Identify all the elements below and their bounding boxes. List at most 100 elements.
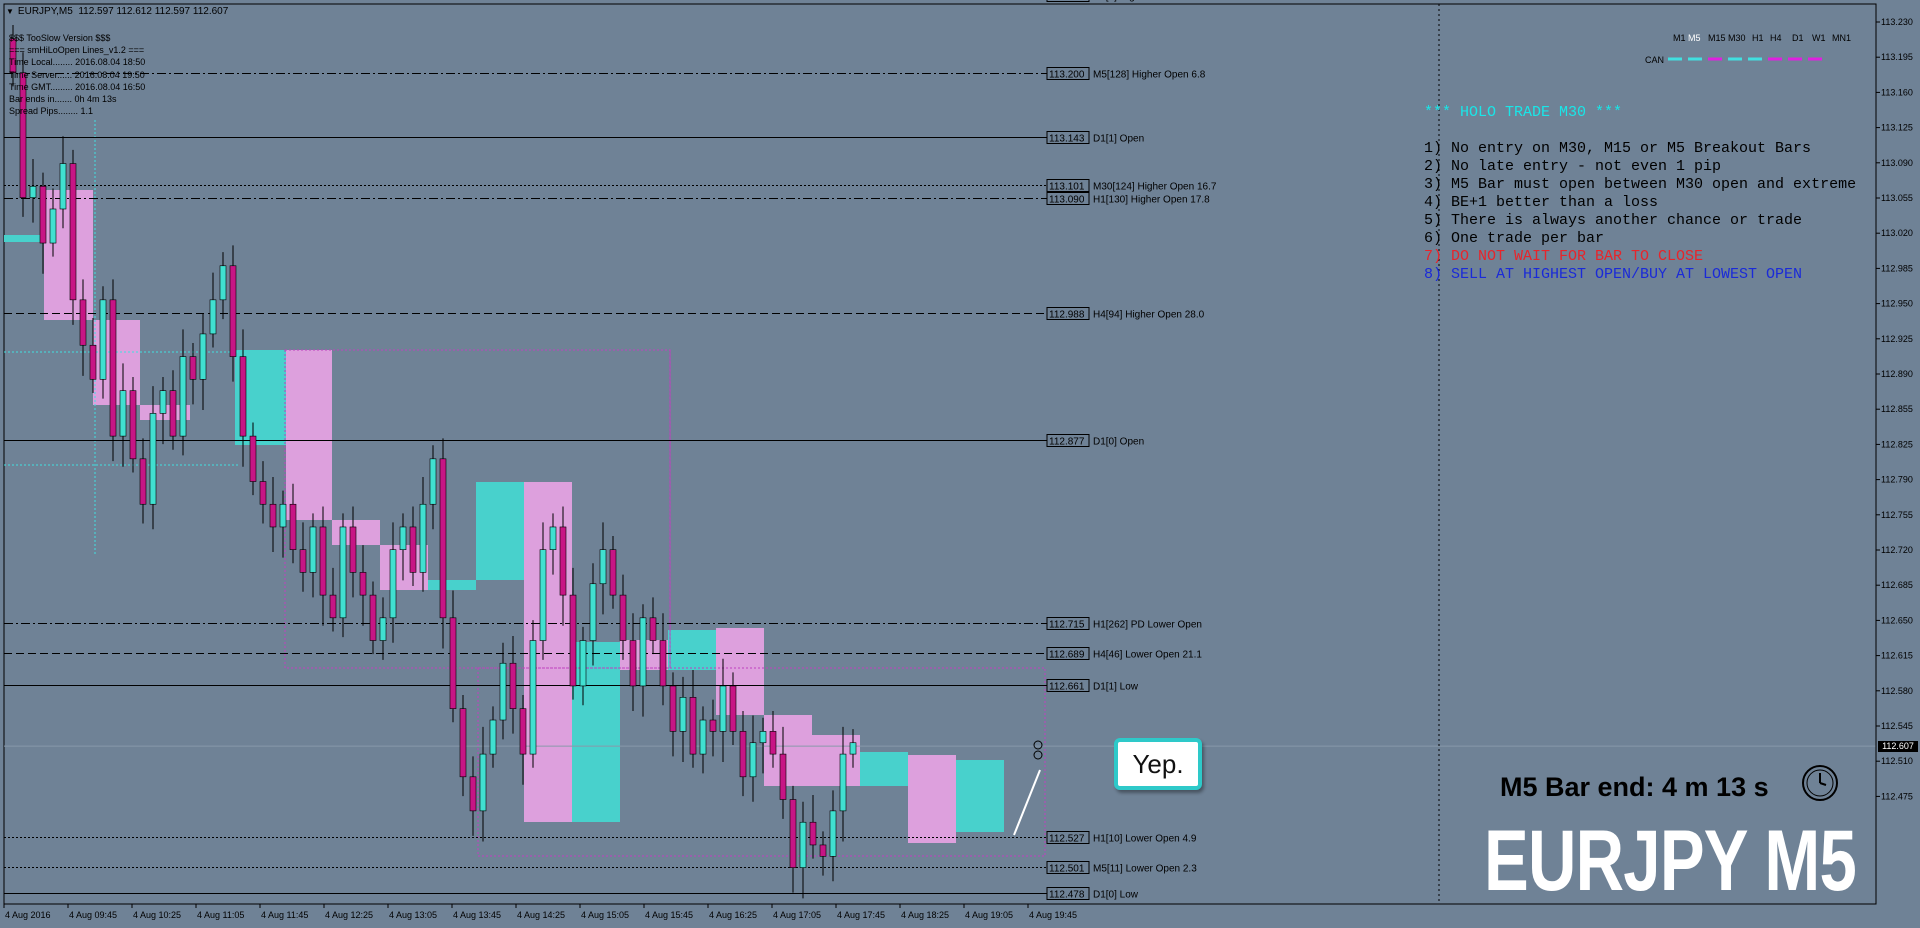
candle-body (769, 731, 777, 755)
candle-body (69, 163, 77, 301)
tf-m5[interactable]: M5 (1688, 33, 1701, 43)
info-panel: $$$ TooSlow Version $$$ === smHiLoOpen Li… (9, 32, 145, 117)
candle-body (299, 549, 307, 573)
time-tick-label: 4 Aug 16:25 (709, 910, 757, 920)
level-label: D1[0] Low (1093, 890, 1139, 901)
tf-w1[interactable]: W1 (1812, 33, 1826, 43)
level-price: 112.501 (1049, 864, 1085, 875)
rule-item: 4) BE+1 better than a loss (1424, 194, 1659, 211)
candle-body (519, 708, 527, 755)
candle-body (569, 594, 577, 687)
candle-body (789, 799, 797, 868)
time-tick-label: 4 Aug 19:05 (965, 910, 1013, 920)
price-tick-label: 113.090 (1881, 158, 1913, 168)
tf-mn1[interactable]: MN1 (1832, 33, 1851, 43)
price-tick-label: 113.160 (1881, 87, 1913, 97)
candle-body (289, 503, 297, 550)
price-tick-label: 113.195 (1881, 52, 1913, 62)
candle-body (599, 549, 607, 585)
rule-item: 1) No entry on M30, M15 or M5 Breakout B… (1424, 140, 1812, 157)
candle-body (479, 753, 487, 812)
time-tick-label: 4 Aug 12:25 (325, 910, 373, 920)
candle-body (389, 549, 397, 619)
candle-body (819, 844, 827, 857)
m30-box (956, 760, 1004, 832)
symbol-watermark: EURJPY M5 (1484, 813, 1857, 909)
price-tick-label: 112.890 (1881, 369, 1913, 379)
info-line: === smHiLoOpen Lines_v1.2 === (9, 45, 145, 56)
candle-body (39, 185, 47, 244)
candle-body (119, 390, 127, 437)
candle-body (189, 356, 197, 380)
level-label: H1[262] PD Lower Open (1093, 620, 1202, 631)
time-tick-label: 4 Aug 18:25 (901, 910, 949, 920)
price-tick-label: 112.720 (1881, 545, 1913, 555)
candle-body (129, 390, 137, 460)
candle-body (279, 503, 287, 528)
candle-body (619, 594, 627, 641)
candle-body (269, 503, 277, 528)
candle-body (49, 208, 57, 244)
level-price: 112.715 (1049, 620, 1085, 631)
candle-body (219, 265, 227, 301)
candle-body (729, 685, 737, 732)
info-line: Spread Pips........ 1.1 (9, 106, 94, 117)
level-label: D1[1] Low (1093, 682, 1139, 693)
time-tick-label: 4 Aug 10:25 (133, 910, 181, 920)
chart-window[interactable]: 113.268 D1[0] High 113.200 M5[128] Higher O… (0, 0, 1920, 928)
price-tick-label: 112.855 (1881, 404, 1913, 414)
candle-body (109, 299, 117, 437)
time-tick-label: 4 Aug 09:45 (69, 910, 117, 920)
candle-body (99, 299, 107, 380)
m30-box (476, 482, 524, 580)
candle-body (669, 685, 677, 732)
tf-m15[interactable]: M15 (1708, 33, 1726, 43)
level-label: D1[1] Open (1093, 134, 1144, 145)
tf-h4[interactable]: H4 (1770, 33, 1782, 43)
price-tick-label: 112.985 (1881, 263, 1913, 273)
dropdown-arrow-icon[interactable]: ▼ (6, 7, 14, 16)
time-tick-label: 4 Aug 17:05 (773, 910, 821, 920)
candle-body (469, 776, 477, 812)
level-price: 113.090 (1049, 195, 1085, 206)
tf-h1[interactable]: H1 (1752, 33, 1764, 43)
candle-body (419, 503, 427, 573)
signal-circle (1033, 750, 1043, 760)
time-tick-label: 4 Aug 13:45 (453, 910, 501, 920)
candle-body (199, 333, 207, 380)
rules-panel: *** HOLO TRADE M30 *** 1) No entry on M3… (1424, 104, 1856, 284)
candle-body (339, 526, 347, 619)
level-label: H4[94] Higher Open 28.0 (1093, 310, 1205, 321)
rule-item: 7) DO NOT WAIT FOR BAR TO CLOSE (1424, 248, 1704, 265)
candle-body (749, 742, 757, 778)
candle-body (449, 617, 457, 709)
tf-m30[interactable]: M30 (1728, 33, 1746, 43)
clock-icon (1802, 765, 1838, 801)
candle-body (259, 481, 267, 505)
candle-body (179, 356, 187, 437)
candle-body (59, 163, 67, 210)
candle-body (139, 458, 147, 505)
level-label: M5[128] Higher Open 6.8 (1093, 70, 1206, 81)
tf-d1[interactable]: D1 (1792, 33, 1804, 43)
candle-body (609, 549, 617, 596)
price-tick-label: 113.020 (1881, 228, 1913, 238)
info-line: Time Local........ 2016.08.04 18:50 (9, 57, 146, 68)
candle-body (209, 299, 217, 335)
level-label: H4[46] Lower Open 21.1 (1093, 650, 1202, 661)
price-tick-label: 113.230 (1881, 17, 1913, 27)
candle-body (509, 662, 517, 709)
candle-body (699, 719, 707, 755)
candle-body (719, 685, 727, 732)
candle-body (399, 526, 407, 550)
rules-list: 1) No entry on M30, M15 or M5 Breakout B… (1424, 140, 1856, 284)
candle-body (809, 821, 817, 846)
candle-body (839, 753, 847, 812)
candle-body (539, 549, 547, 641)
candle-body (799, 821, 807, 868)
tf-m1[interactable]: M1 (1673, 33, 1686, 43)
yep-callout: Yep. (1114, 738, 1202, 790)
candle-body (529, 640, 537, 755)
price-tick-label: 112.685 (1881, 580, 1913, 590)
candle-body (499, 662, 507, 721)
